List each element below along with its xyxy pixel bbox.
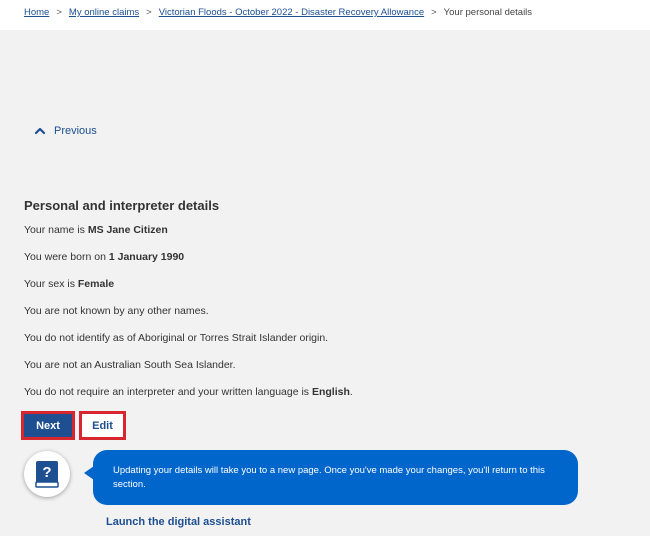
dob-line: You were born on 1 January 1990 — [24, 251, 184, 263]
sex-line: Your sex is Female — [24, 278, 114, 290]
digital-assistant-avatar[interactable]: ? — [24, 451, 70, 497]
next-button[interactable]: Next — [21, 411, 75, 440]
dob-value: 1 January 1990 — [108, 251, 185, 263]
interpreter-suffix: . — [349, 386, 353, 398]
assistant-message-bubble: Updating your details will take you to a… — [84, 450, 578, 505]
edit-button[interactable]: Edit — [79, 411, 126, 440]
indigenous-line: You do not identify as of Aboriginal or … — [24, 332, 329, 344]
breadcrumb-link-my-online-claims[interactable]: My online claims — [69, 7, 139, 18]
interpreter-value: English — [311, 386, 350, 398]
help-book-icon: ? — [35, 461, 59, 488]
other-names-line: You are not known by any other names. — [24, 305, 209, 317]
breadcrumb-link-home[interactable]: Home — [24, 7, 49, 18]
breadcrumb-current: Your personal details — [443, 7, 533, 18]
breadcrumb-link-claim[interactable]: Victorian Floods - October 2022 - Disast… — [159, 7, 424, 18]
chevron-up-icon — [34, 127, 46, 135]
previous-button[interactable]: Previous — [34, 125, 97, 137]
sex-prefix: Your sex is — [24, 278, 78, 290]
svg-text:?: ? — [42, 464, 51, 481]
south-sea-line: You are not an Australian South Sea Isla… — [24, 359, 236, 371]
breadcrumb-separator: > — [146, 7, 152, 18]
section-title: Personal and interpreter details — [24, 198, 220, 213]
breadcrumb-separator: > — [56, 7, 62, 18]
main-content: Previous Personal and interpreter detail… — [0, 30, 650, 536]
bubble-tail — [84, 466, 94, 480]
breadcrumb-separator: > — [431, 7, 437, 18]
interpreter-prefix: You do not require an interpreter and yo… — [24, 386, 312, 398]
name-value: MS Jane Citizen — [87, 224, 168, 236]
name-prefix: Your name is — [24, 224, 88, 236]
name-line: Your name is MS Jane Citizen — [24, 224, 168, 236]
assistant-message: Updating your details will take you to a… — [113, 465, 545, 491]
sex-value: Female — [77, 278, 115, 290]
dob-prefix: You were born on — [24, 251, 109, 263]
interpreter-line: You do not require an interpreter and yo… — [24, 386, 353, 398]
previous-label: Previous — [54, 125, 97, 137]
launch-digital-assistant-link[interactable]: Launch the digital assistant — [106, 516, 251, 528]
breadcrumb: Home > My online claims > Victorian Floods -… — [0, 0, 650, 30]
